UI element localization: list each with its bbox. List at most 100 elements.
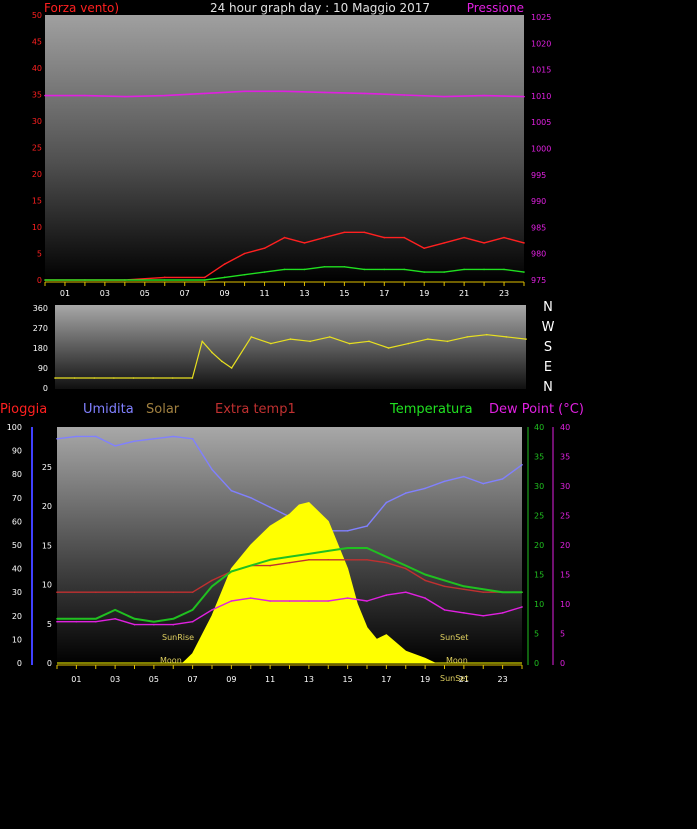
wind-series-point [343, 231, 346, 234]
dewpoint-series-point [153, 623, 155, 626]
wind-y-tick: 0 [37, 276, 42, 285]
temperature-series-point [75, 617, 78, 620]
direction-series-point [211, 351, 213, 354]
dewpoint-series-point [230, 600, 233, 602]
gust_avg-series-point [84, 279, 86, 281]
temperature-series-point [230, 570, 233, 573]
temperature-series-point [308, 553, 310, 555]
humidity-series-point [94, 435, 97, 438]
gust_avg-series-point [423, 271, 426, 273]
pressure-series-point [203, 92, 206, 95]
wind-series-point [383, 236, 386, 239]
dewpoint-series-point [482, 615, 485, 617]
humidity-series-point [56, 438, 58, 440]
humidity-y-tick: 20 [12, 612, 22, 621]
gust_avg-series-point [303, 268, 306, 271]
gust_avg-series-point [503, 268, 505, 271]
pressure-series-point [44, 94, 46, 97]
compass-labels: NWSEN [542, 300, 555, 395]
humidity-series-point [269, 506, 271, 509]
dewpoint-series-point [56, 620, 58, 623]
wind-y-tick: 50 [32, 11, 42, 20]
humidity-series-point [114, 445, 116, 447]
temperature-series-point [133, 617, 136, 620]
temperature-series-point [366, 547, 368, 549]
direction-series-point [132, 377, 135, 379]
dewpoint-series-point [211, 609, 213, 611]
humidity-series-point [75, 435, 78, 438]
wind-y-tick: 15 [32, 197, 42, 206]
gust_avg-series-point [463, 268, 465, 271]
humidity-y-tick: 60 [12, 517, 22, 526]
legend-temperature: Temperatura [389, 402, 473, 417]
temperature-series-point [269, 558, 271, 561]
gust_avg-series-point [243, 273, 246, 276]
legend-extra-temp: Extra temp1 [215, 402, 296, 417]
wind-series-point [503, 236, 505, 239]
direction-y-tick: 180 [33, 344, 48, 353]
dewpoint-series-point [521, 606, 523, 608]
temperature-y-tick: 15 [534, 571, 544, 580]
temperature-series-point [521, 591, 523, 593]
legend-humidity: Umidita [83, 402, 134, 417]
wind-axis-title: Forza vento) [44, 1, 119, 15]
humidity-series-point [385, 501, 388, 504]
wind-y-tick: 10 [32, 223, 42, 232]
extra_temp-series-point [463, 588, 465, 591]
x-tick-label: 13 [299, 289, 309, 298]
direction-series-point [289, 338, 292, 340]
direction-y-tick: 360 [33, 304, 48, 313]
rain-y-tick: 25 [42, 463, 52, 472]
wind-pressure-panel: Forza vento) 24 hour graph day : 10 Magg… [32, 1, 552, 298]
temperature-series-point [501, 591, 504, 593]
temperature-series-point [114, 609, 116, 611]
extra_temp-series-point [482, 591, 485, 593]
humidity-y-tick: 10 [12, 635, 22, 644]
wind-series-point [423, 247, 426, 249]
temperature-y-tick: 10 [534, 600, 544, 609]
pressure-series-point [243, 90, 246, 93]
humidity-series-point [482, 482, 485, 485]
temperature-series-point [153, 620, 155, 623]
humidity-series-point [346, 530, 349, 532]
extra_temp-series-point [424, 579, 426, 582]
wind-series-point [303, 242, 306, 244]
compass-label: W [542, 320, 555, 335]
extra_temp-series-point [94, 591, 97, 593]
x-tick-label: 15 [339, 289, 349, 298]
legend-rain: Pioggia [0, 402, 47, 417]
gust_avg-series-point [163, 279, 166, 281]
rain-y-axis: 25 20 15 10 5 0 [42, 463, 52, 668]
compass-label: E [544, 360, 552, 375]
dewpoint-y-tick: 35 [560, 453, 570, 462]
wind-y-tick: 30 [32, 117, 42, 126]
temperature-y-tick: 20 [534, 541, 544, 550]
pressure-y-tick: 990 [531, 197, 546, 206]
dewpoint-series-point [424, 597, 426, 599]
humidity-series-point [153, 438, 155, 440]
extra_temp-series-point [191, 591, 194, 593]
x-tick-label: 03 [110, 675, 120, 684]
wind-series-point [443, 242, 445, 244]
moon-rise-label: Moon [160, 656, 182, 665]
temperature-series-point [463, 585, 465, 588]
dewpoint-series-point [94, 620, 97, 623]
pressure-series-point [363, 92, 366, 95]
gust_avg-series-point [203, 279, 206, 281]
direction-series-point [113, 377, 115, 379]
dewpoint-y-tick: 40 [560, 423, 570, 432]
direction-series-point [171, 377, 174, 379]
direction-series-point [525, 338, 527, 340]
direction-series-point [466, 336, 468, 338]
dewpoint-series-point [501, 612, 504, 614]
humidity-y-tick: 40 [12, 565, 22, 574]
pressure-axis-title: Pressione [467, 1, 524, 15]
gust_avg-series-point [443, 271, 445, 273]
gust_avg-series-point [483, 268, 485, 271]
pressure-y-tick: 980 [531, 250, 546, 259]
extra_temp-series-point [346, 558, 349, 561]
direction-series-point [485, 333, 488, 336]
pressure-y-tick: 1025 [531, 13, 551, 22]
x-tick-label: 17 [379, 289, 389, 298]
rain-y-tick: 5 [47, 620, 52, 629]
